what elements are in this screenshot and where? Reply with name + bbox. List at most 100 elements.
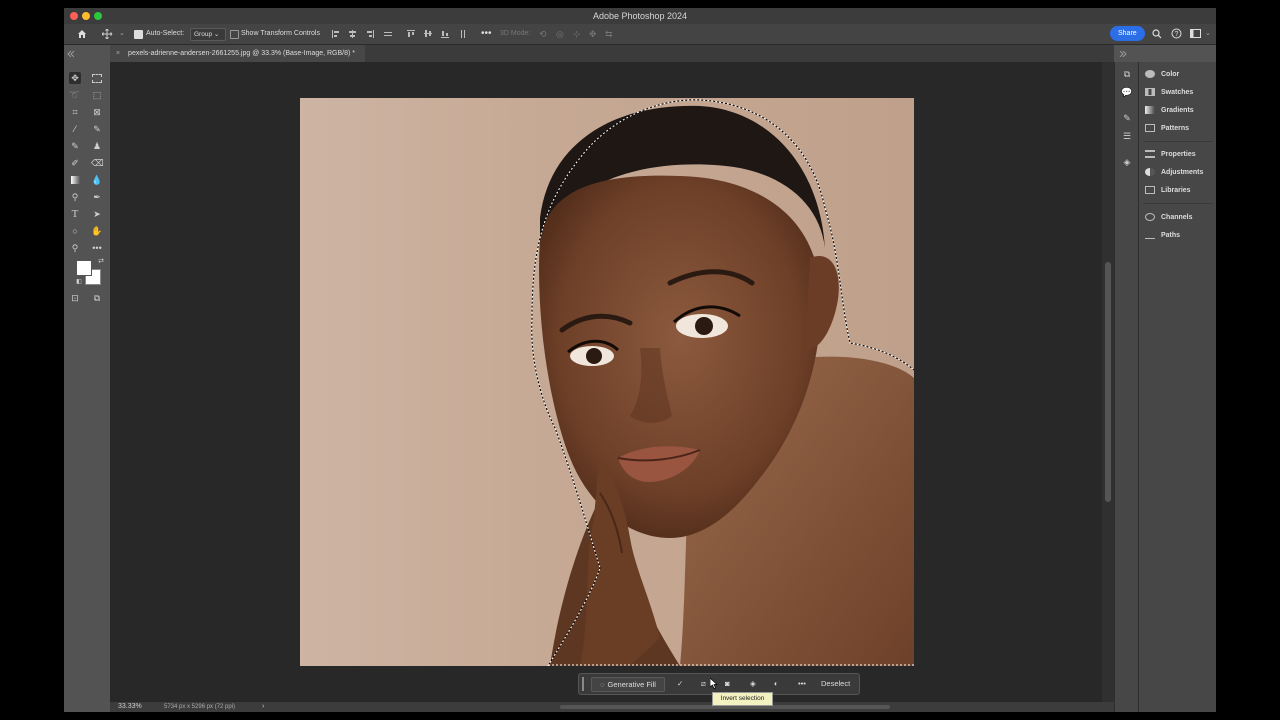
align-center-icon[interactable]	[349, 30, 357, 38]
quick-mask-icon[interactable]: ⊡	[69, 292, 81, 304]
blur-tool-icon[interactable]: 💧	[91, 174, 103, 186]
vertical-scroll-thumb[interactable]	[1105, 262, 1111, 502]
zoom-window-button[interactable]	[94, 12, 102, 20]
collapse-panels-icon[interactable]	[1119, 51, 1127, 57]
align-bottom-icon[interactable]	[441, 30, 449, 38]
crop-tool-icon[interactable]: ⌗	[69, 106, 81, 118]
distribute-vertical-icon[interactable]	[459, 30, 467, 38]
preset-chevron-icon[interactable]: ⌄	[119, 24, 125, 44]
path-selection-icon[interactable]: ➤	[91, 208, 103, 220]
align-top-icon[interactable]	[407, 30, 415, 38]
more-options-icon[interactable]: •••	[798, 674, 806, 694]
hand-tool-icon[interactable]: ✋	[91, 225, 103, 237]
gradients-panel-icon	[1145, 106, 1155, 115]
workspace-chevron-icon[interactable]: ⌄	[1205, 24, 1211, 44]
eyedropper-icon[interactable]: ⁄	[69, 123, 81, 135]
channels-panel-icon	[1145, 213, 1155, 222]
collapse-toolbar-icon[interactable]	[67, 51, 75, 57]
default-colors-icon[interactable]: ◧	[73, 276, 85, 288]
zoom-level[interactable]: 33.33%	[118, 702, 142, 712]
distribute-horizontal-icon[interactable]	[384, 30, 392, 38]
title-bar: Adobe Photoshop 2024	[64, 8, 1216, 24]
fill-selection-icon[interactable]: ◈	[750, 674, 756, 694]
panel-separator	[1143, 141, 1213, 142]
panel-swatches[interactable]: Swatches	[1145, 86, 1193, 100]
adjust-panel-icon[interactable]: ☰	[1121, 130, 1133, 142]
eraser-tool-icon[interactable]: ⌫	[91, 157, 104, 169]
panel-paths[interactable]: Paths	[1145, 229, 1180, 243]
ellipse-tool-icon[interactable]: ○	[69, 225, 81, 237]
auto-select-dropdown[interactable]: Group ⌄	[190, 28, 226, 41]
align-right-icon[interactable]	[366, 30, 374, 38]
more-options-icon[interactable]: •••	[481, 24, 492, 44]
mouse-cursor-icon	[710, 678, 718, 689]
panel-gradients[interactable]: Gradients	[1145, 104, 1194, 118]
move-tool-icon[interactable]: ✥	[69, 72, 81, 84]
layers-panel-icon[interactable]: ◈	[1121, 156, 1133, 168]
3d-orbit-icon: ⟲	[539, 29, 547, 39]
panel-label: Gradients	[1161, 107, 1194, 114]
generative-fill-button[interactable]: ◌ Generative Fill	[591, 677, 665, 692]
panel-channels[interactable]: Channels	[1145, 211, 1193, 225]
move-tool-preset-icon[interactable]	[102, 29, 113, 39]
brush-tool-icon[interactable]: ✎	[69, 140, 81, 152]
minimize-window-button[interactable]	[82, 12, 90, 20]
workspace-icon[interactable]	[1190, 29, 1201, 38]
3d-mode-label: 3D Mode:	[500, 30, 531, 37]
app-title: Adobe Photoshop 2024	[592, 11, 688, 21]
document-image[interactable]	[300, 98, 914, 666]
panel-icon-strip: ⧉ 💬 ✎ ☰ ◈	[1114, 51, 1139, 712]
show-transform-label: Show Transform Controls	[241, 30, 320, 37]
modify-selection-icon[interactable]: ✓	[677, 674, 683, 694]
panel-adjustments[interactable]: Adjustments	[1145, 166, 1203, 180]
canvas-area[interactable]	[110, 62, 1102, 702]
deselect-button[interactable]: Deselect	[821, 674, 850, 694]
task-bar-handle[interactable]	[582, 677, 584, 691]
photoshop-window: Adobe Photoshop 2024 ⌄ Auto-Select: Grou…	[64, 8, 1216, 712]
panel-separator	[1143, 203, 1213, 204]
comments-panel-icon[interactable]: 💬	[1121, 86, 1133, 98]
help-icon[interactable]: ?	[1171, 28, 1182, 39]
document-tab-title: pexels-adrienne-andersen-2661255.jpg @ 3…	[128, 50, 356, 57]
close-window-button[interactable]	[70, 12, 78, 20]
document-dimensions: 5734 px x 5296 px (72 ppi)	[164, 704, 236, 710]
zoom-tool-icon[interactable]: ⚲	[69, 242, 81, 254]
svg-text:?: ?	[1175, 31, 1179, 38]
screen-mode-icon[interactable]: ⧉	[91, 292, 103, 304]
search-icon[interactable]	[1152, 29, 1162, 39]
edit-toolbar-icon[interactable]: •••	[91, 242, 103, 254]
history-brush-icon[interactable]: ✐	[69, 157, 81, 169]
tab-close-icon[interactable]: ×	[116, 50, 120, 57]
gradient-tool-icon[interactable]	[69, 174, 81, 186]
brushes-panel-icon[interactable]: ✎	[1121, 112, 1133, 124]
lasso-tool-icon[interactable]: ➰	[69, 89, 81, 101]
frame-tool-icon[interactable]: ⊠	[91, 106, 103, 118]
panel-patterns[interactable]: Patterns	[1145, 122, 1189, 136]
panel-label: Adjustments	[1161, 169, 1204, 176]
dodge-tool-icon[interactable]: ⚲	[69, 191, 81, 203]
swap-colors-icon[interactable]: ⇄	[95, 256, 107, 268]
3d-roll-icon: ◎	[556, 29, 564, 39]
status-menu-arrow[interactable]: ›	[262, 702, 264, 712]
show-transform-controls-checkbox[interactable]	[230, 30, 239, 39]
clone-stamp-icon[interactable]: ♟	[91, 140, 103, 152]
home-icon[interactable]	[77, 29, 87, 39]
share-button[interactable]: Share	[1110, 26, 1145, 41]
invert-selection-icon[interactable]: ⧄	[701, 674, 706, 694]
align-left-icon[interactable]	[332, 30, 340, 38]
history-panel-icon[interactable]: ⧉	[1121, 68, 1133, 80]
document-tab[interactable]: × pexels-adrienne-andersen-2661255.jpg @…	[110, 45, 366, 62]
spot-healing-icon[interactable]: ✎	[91, 123, 103, 135]
create-mask-icon[interactable]: ◙	[725, 674, 730, 694]
panel-color[interactable]: Color	[1145, 68, 1179, 82]
panel-properties[interactable]: Properties	[1145, 148, 1196, 162]
auto-select-checkbox[interactable]	[134, 30, 143, 39]
panel-libraries[interactable]: Libraries	[1145, 184, 1191, 198]
align-middle-icon[interactable]	[424, 30, 432, 38]
pen-tool-icon[interactable]: ✒	[91, 191, 103, 203]
rectangular-marquee-icon[interactable]	[91, 72, 103, 84]
object-selection-icon[interactable]: ⬚	[91, 89, 103, 101]
vertical-scrollbar[interactable]	[1102, 62, 1114, 702]
type-tool-icon[interactable]: T	[69, 208, 81, 220]
adjustment-layer-icon[interactable]: ◐	[774, 674, 779, 694]
